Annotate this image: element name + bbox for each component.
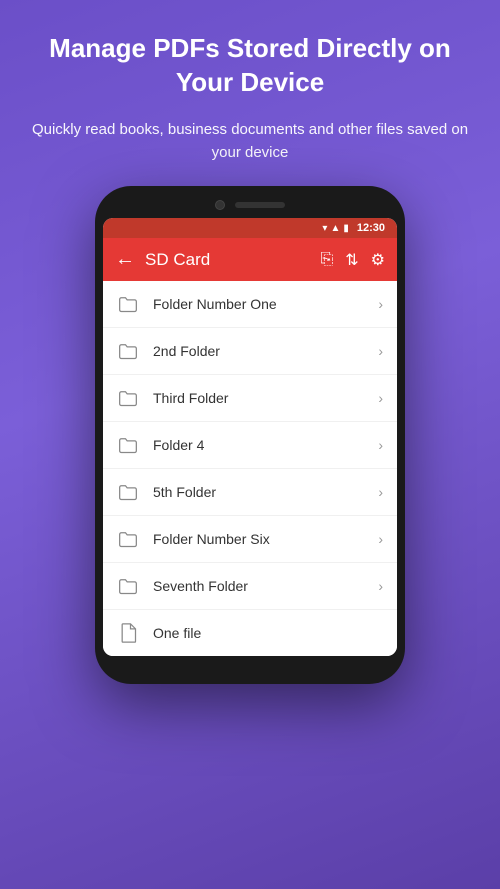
status-bar: ▾ ▲ ▮ 12:30 [103, 218, 397, 238]
list-item[interactable]: Folder Number Six› [103, 516, 397, 563]
chevron-right-icon: › [378, 531, 383, 547]
chevron-right-icon: › [378, 296, 383, 312]
folder-icon [117, 293, 139, 315]
chevron-right-icon: › [378, 484, 383, 500]
folder-icon [117, 481, 139, 503]
file-name: Folder Number Six [153, 531, 378, 547]
folder-icon [117, 340, 139, 362]
list-item[interactable]: Seventh Folder› [103, 563, 397, 610]
copy-icon[interactable]: ⎘ [320, 251, 333, 269]
list-item[interactable]: Folder 4› [103, 422, 397, 469]
chevron-right-icon: › [378, 578, 383, 594]
chevron-right-icon: › [378, 390, 383, 406]
toolbar-actions: ⎘ ⇅ ⚙ [320, 250, 385, 270]
file-name: One file [153, 625, 383, 641]
phone-top-decorations [103, 200, 397, 210]
back-button[interactable]: ← [115, 248, 135, 271]
camera-dot [215, 200, 225, 210]
hero-section: Manage PDFs Stored Directly on Your Devi… [0, 0, 500, 176]
battery-icon: ▮ [343, 223, 349, 234]
list-item[interactable]: Folder Number One› [103, 281, 397, 328]
file-name: Seventh Folder [153, 578, 378, 594]
toolbar-title: SD Card [145, 250, 310, 270]
folder-icon [117, 387, 139, 409]
status-time: 12:30 [357, 222, 385, 234]
file-icon [117, 622, 139, 644]
file-name: 2nd Folder [153, 343, 378, 359]
wifi-icon: ▾ [322, 223, 327, 234]
signal-icon: ▲ [330, 223, 340, 234]
file-name: 5th Folder [153, 484, 378, 500]
phone-bottom [103, 656, 397, 670]
app-toolbar: ← SD Card ⎘ ⇅ ⚙ [103, 238, 397, 281]
file-name: Third Folder [153, 390, 378, 406]
phone-screen: ▾ ▲ ▮ 12:30 ← SD Card ⎘ ⇅ ⚙ [103, 218, 397, 656]
list-item[interactable]: 2nd Folder› [103, 328, 397, 375]
hero-title: Manage PDFs Stored Directly on Your Devi… [30, 32, 470, 100]
folder-icon [117, 434, 139, 456]
list-item[interactable]: One file [103, 610, 397, 656]
speaker-grill [235, 202, 285, 208]
hero-subtitle: Quickly read books, business documents a… [30, 118, 470, 165]
file-name: Folder 4 [153, 437, 378, 453]
list-item[interactable]: 5th Folder› [103, 469, 397, 516]
phone-mockup: ▾ ▲ ▮ 12:30 ← SD Card ⎘ ⇅ ⚙ [95, 186, 405, 684]
chevron-right-icon: › [378, 343, 383, 359]
status-icons: ▾ ▲ ▮ [322, 223, 348, 234]
file-name: Folder Number One [153, 296, 378, 312]
folder-icon [117, 528, 139, 550]
sort-icon[interactable]: ⇅ [345, 250, 358, 270]
folder-icon [117, 575, 139, 597]
file-list: Folder Number One› 2nd Folder› Third Fol… [103, 281, 397, 656]
list-item[interactable]: Third Folder› [103, 375, 397, 422]
chevron-right-icon: › [378, 437, 383, 453]
settings-icon[interactable]: ⚙ [371, 250, 385, 270]
